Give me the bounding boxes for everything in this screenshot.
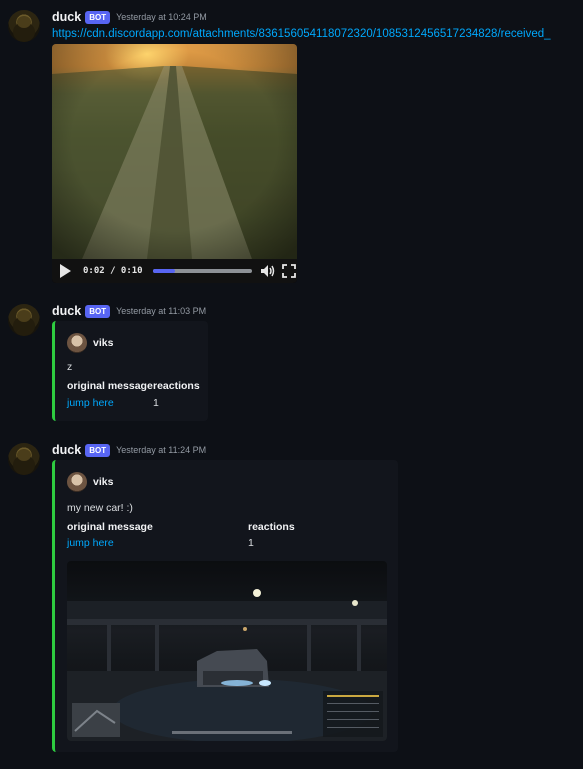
bot-tag: BOT (85, 443, 111, 457)
bot-tag: BOT (85, 10, 111, 24)
author-avatar (67, 333, 87, 353)
field-name: original message (67, 380, 153, 392)
embed-description: my new car! :) (67, 502, 133, 514)
embed-image[interactable] (67, 561, 387, 741)
avatar[interactable] (8, 10, 40, 42)
fullscreen-icon[interactable] (281, 264, 296, 278)
username[interactable]: duck (52, 443, 81, 457)
attachment-link[interactable]: https://cdn.discordapp.com/attachments/8… (52, 28, 583, 40)
message-header: duck BOT Yesterday at 11:24 PM (52, 443, 206, 457)
username[interactable]: duck (52, 10, 81, 24)
timestamp: Yesterday at 10:24 PM (116, 12, 207, 22)
bot-tag: BOT (85, 304, 111, 318)
jump-link[interactable]: jump here (67, 537, 114, 549)
field-value: 1 (153, 397, 159, 409)
video-controls: 0:02 / 0:10 (52, 259, 297, 283)
field-name: reactions (153, 380, 200, 392)
avatar[interactable] (8, 443, 40, 475)
volume-icon[interactable] (260, 264, 276, 278)
video-time: 0:02 / 0:10 (83, 266, 143, 276)
author-avatar (67, 472, 87, 492)
embed-author: viks (67, 472, 113, 492)
avatar[interactable] (8, 304, 40, 336)
message-header: duck BOT Yesterday at 10:24 PM (52, 10, 207, 24)
timestamp: Yesterday at 11:24 PM (116, 445, 207, 455)
progress-fill (152, 269, 175, 273)
embed-author: viks (67, 333, 113, 353)
embed-description: z (67, 361, 73, 373)
username[interactable]: duck (52, 304, 81, 318)
field-name: original message (67, 521, 153, 533)
video-player[interactable]: 0:02 / 0:10 (52, 44, 297, 283)
video-frame (52, 44, 297, 259)
field-value: 1 (248, 537, 254, 549)
jump-link[interactable]: jump here (67, 397, 114, 409)
progress-bar[interactable] (152, 269, 252, 273)
author-name: viks (93, 337, 114, 349)
timestamp: Yesterday at 11:03 PM (116, 306, 207, 316)
field-name: reactions (248, 521, 295, 533)
message-header: duck BOT Yesterday at 11:03 PM (52, 304, 206, 318)
play-icon[interactable] (60, 264, 71, 278)
embed: viks my new car! :) original message jum… (52, 460, 398, 752)
embed: viks z original message jump here reacti… (52, 321, 208, 421)
author-name: viks (93, 476, 114, 488)
